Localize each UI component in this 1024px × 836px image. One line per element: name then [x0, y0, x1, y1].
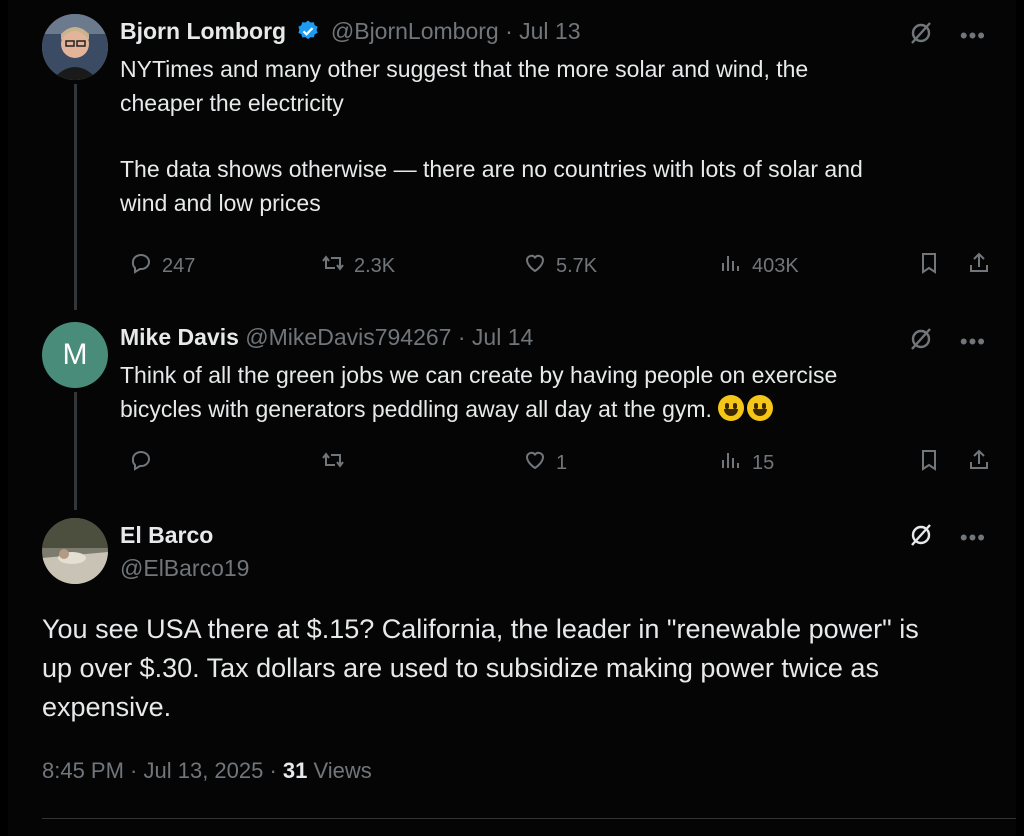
main-tweet-text: You see USA there at $.15? California, t…: [42, 610, 1002, 727]
tweet-header: Bjorn Lomborg @BjornLomborg · Jul 13: [120, 18, 581, 49]
timestamp[interactable]: · Jul 13: [505, 18, 580, 44]
like-button[interactable]: 5.7K: [522, 250, 597, 282]
repost-icon: [320, 250, 346, 282]
display-name[interactable]: El Barco: [120, 522, 213, 548]
like-count: 1: [556, 451, 568, 474]
tweet-text: NYTimes and many other suggest that the …: [120, 52, 980, 220]
handle[interactable]: @BjornLomborg: [331, 18, 499, 44]
reply-button[interactable]: [128, 447, 162, 479]
tweet-text-line: NYTimes and many other suggest that the …: [120, 56, 809, 82]
tweet-meta: 8:45 PM · Jul 13, 2025 · 31 Views: [42, 758, 372, 784]
handle[interactable]: @MikeDavis794267: [245, 324, 451, 350]
avatar-photo-icon: [42, 518, 108, 584]
main-tweet-name: El Barco: [120, 522, 213, 549]
reply-icon: [128, 447, 154, 479]
more-icon[interactable]: •••: [960, 526, 986, 549]
avatar-letter: M: [62, 338, 88, 371]
like-count: 5.7K: [556, 254, 598, 277]
reply-count: 247: [162, 254, 196, 277]
reply-button[interactable]: 247: [128, 250, 195, 282]
repost-button[interactable]: [320, 447, 354, 479]
repost-button[interactable]: 2.3K: [320, 250, 395, 282]
repost-icon: [320, 447, 346, 479]
views-count: 31: [282, 758, 308, 783]
tweet-corner-actions: •••: [908, 522, 986, 553]
tweet-text-line: cheaper the electricity: [120, 90, 344, 116]
tweet-actions: 1 15: [120, 447, 990, 477]
tweet-corner-actions: •••: [908, 20, 986, 51]
post-time[interactable]: 8:45 PM · Jul 13, 2025 ·: [42, 758, 283, 783]
bookmark-icon: [916, 250, 942, 282]
share-button[interactable]: [966, 250, 992, 282]
timestamp[interactable]: · Jul 14: [458, 324, 533, 350]
views-button[interactable]: 15: [718, 447, 774, 479]
share-icon: [966, 447, 992, 479]
reply-icon: [128, 250, 154, 282]
tweet-header: Mike Davis @MikeDavis794267 · Jul 14: [120, 324, 533, 351]
views-label: Views: [307, 758, 372, 783]
tweet-text-line: wind and low prices: [120, 190, 321, 216]
display-name[interactable]: Bjorn Lomborg: [120, 18, 286, 44]
bookmark-button[interactable]: [916, 447, 942, 479]
tweet-text-line: Think of all the green jobs we can creat…: [120, 362, 838, 388]
grinning-emoji-icon: [718, 395, 745, 421]
views-count: 403K: [752, 254, 799, 277]
tweet-actions: 247 2.3K 5.7K 403K: [120, 250, 990, 280]
tweet-text-line: The data shows otherwise — there are no …: [120, 156, 863, 182]
repost-count: 2.3K: [354, 254, 396, 277]
grok-icon[interactable]: [908, 522, 934, 553]
more-icon[interactable]: •••: [960, 24, 986, 47]
tweet-corner-actions: •••: [908, 326, 986, 357]
share-button[interactable]: [966, 447, 992, 479]
tweet-text-line: up over $.30. Tax dollars are used to su…: [42, 653, 879, 683]
thread-line: [74, 392, 77, 510]
like-button[interactable]: 1: [522, 447, 567, 479]
like-icon: [522, 447, 548, 479]
views-icon: [718, 447, 744, 479]
share-icon: [966, 250, 992, 282]
conversation-panel: Bjorn Lomborg @BjornLomborg · Jul 13 •••…: [8, 0, 1016, 836]
thread-line: [74, 84, 77, 310]
views-button[interactable]: 403K: [718, 250, 799, 282]
grinning-emoji-icon: [747, 395, 774, 421]
grok-icon[interactable]: [908, 20, 934, 51]
grok-icon[interactable]: [908, 326, 934, 357]
divider: [42, 818, 1016, 819]
tweet-text-line: bicycles with generators peddling away a…: [120, 396, 712, 422]
views-icon: [718, 250, 744, 282]
like-icon: [522, 250, 548, 282]
display-name[interactable]: Mike Davis: [120, 324, 239, 350]
avatar[interactable]: M: [42, 322, 108, 388]
bookmark-icon: [916, 447, 942, 479]
tweet-text-line: You see USA there at $.15? California, t…: [42, 614, 919, 644]
avatar[interactable]: [42, 14, 108, 80]
avatar-photo-icon: [42, 14, 108, 80]
handle[interactable]: @ElBarco19: [120, 555, 249, 581]
bookmark-button[interactable]: [916, 250, 942, 282]
more-icon[interactable]: •••: [960, 330, 986, 353]
views-count: 15: [752, 451, 775, 474]
tweet-text: Think of all the green jobs we can creat…: [120, 358, 980, 426]
verified-badge-icon: [296, 19, 320, 49]
avatar[interactable]: [42, 518, 108, 584]
tweet-text-line: expensive.: [42, 692, 172, 722]
main-tweet-handle: @ElBarco19: [120, 555, 249, 582]
